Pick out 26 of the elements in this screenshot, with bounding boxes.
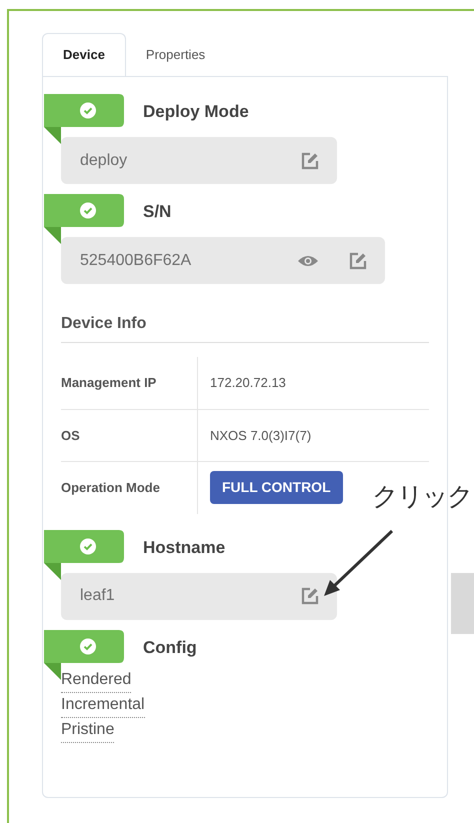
config-link[interactable]: Pristine <box>61 718 114 742</box>
callout-label: クリック <box>372 481 472 514</box>
eye-icon[interactable] <box>298 254 318 268</box>
edit-icon[interactable] <box>300 150 320 170</box>
section-title: S/N <box>143 201 172 223</box>
edit-icon[interactable] <box>348 250 368 270</box>
tab[interactable]: Properties <box>126 33 226 76</box>
value-field[interactable]: leaf1 <box>61 572 337 620</box>
row-label: Operation Mode <box>61 462 198 514</box>
tab[interactable]: Device <box>42 33 126 76</box>
config-link[interactable]: Incremental <box>61 692 145 718</box>
section-title: Deploy Mode <box>143 101 249 123</box>
section-title: Device Info <box>61 312 429 343</box>
value-field[interactable]: 525400B6F62A <box>61 237 385 284</box>
edit-icon[interactable] <box>300 586 320 606</box>
config-link[interactable]: Rendered <box>61 668 132 692</box>
mode-badge: FULL CONTROL <box>210 471 343 504</box>
section-title: Hostname <box>143 536 226 558</box>
row-value: 172.20.72.13 <box>210 374 286 392</box>
row-label: Management IP <box>61 357 198 408</box>
row-label: OS <box>61 410 198 461</box>
side-panel-edge <box>451 573 474 634</box>
row-value: NXOS 7.0(3)I7(7) <box>210 426 312 445</box>
callout-arrow <box>324 530 394 596</box>
section-title: Config <box>143 636 197 659</box>
value-field[interactable]: deploy <box>61 137 337 184</box>
